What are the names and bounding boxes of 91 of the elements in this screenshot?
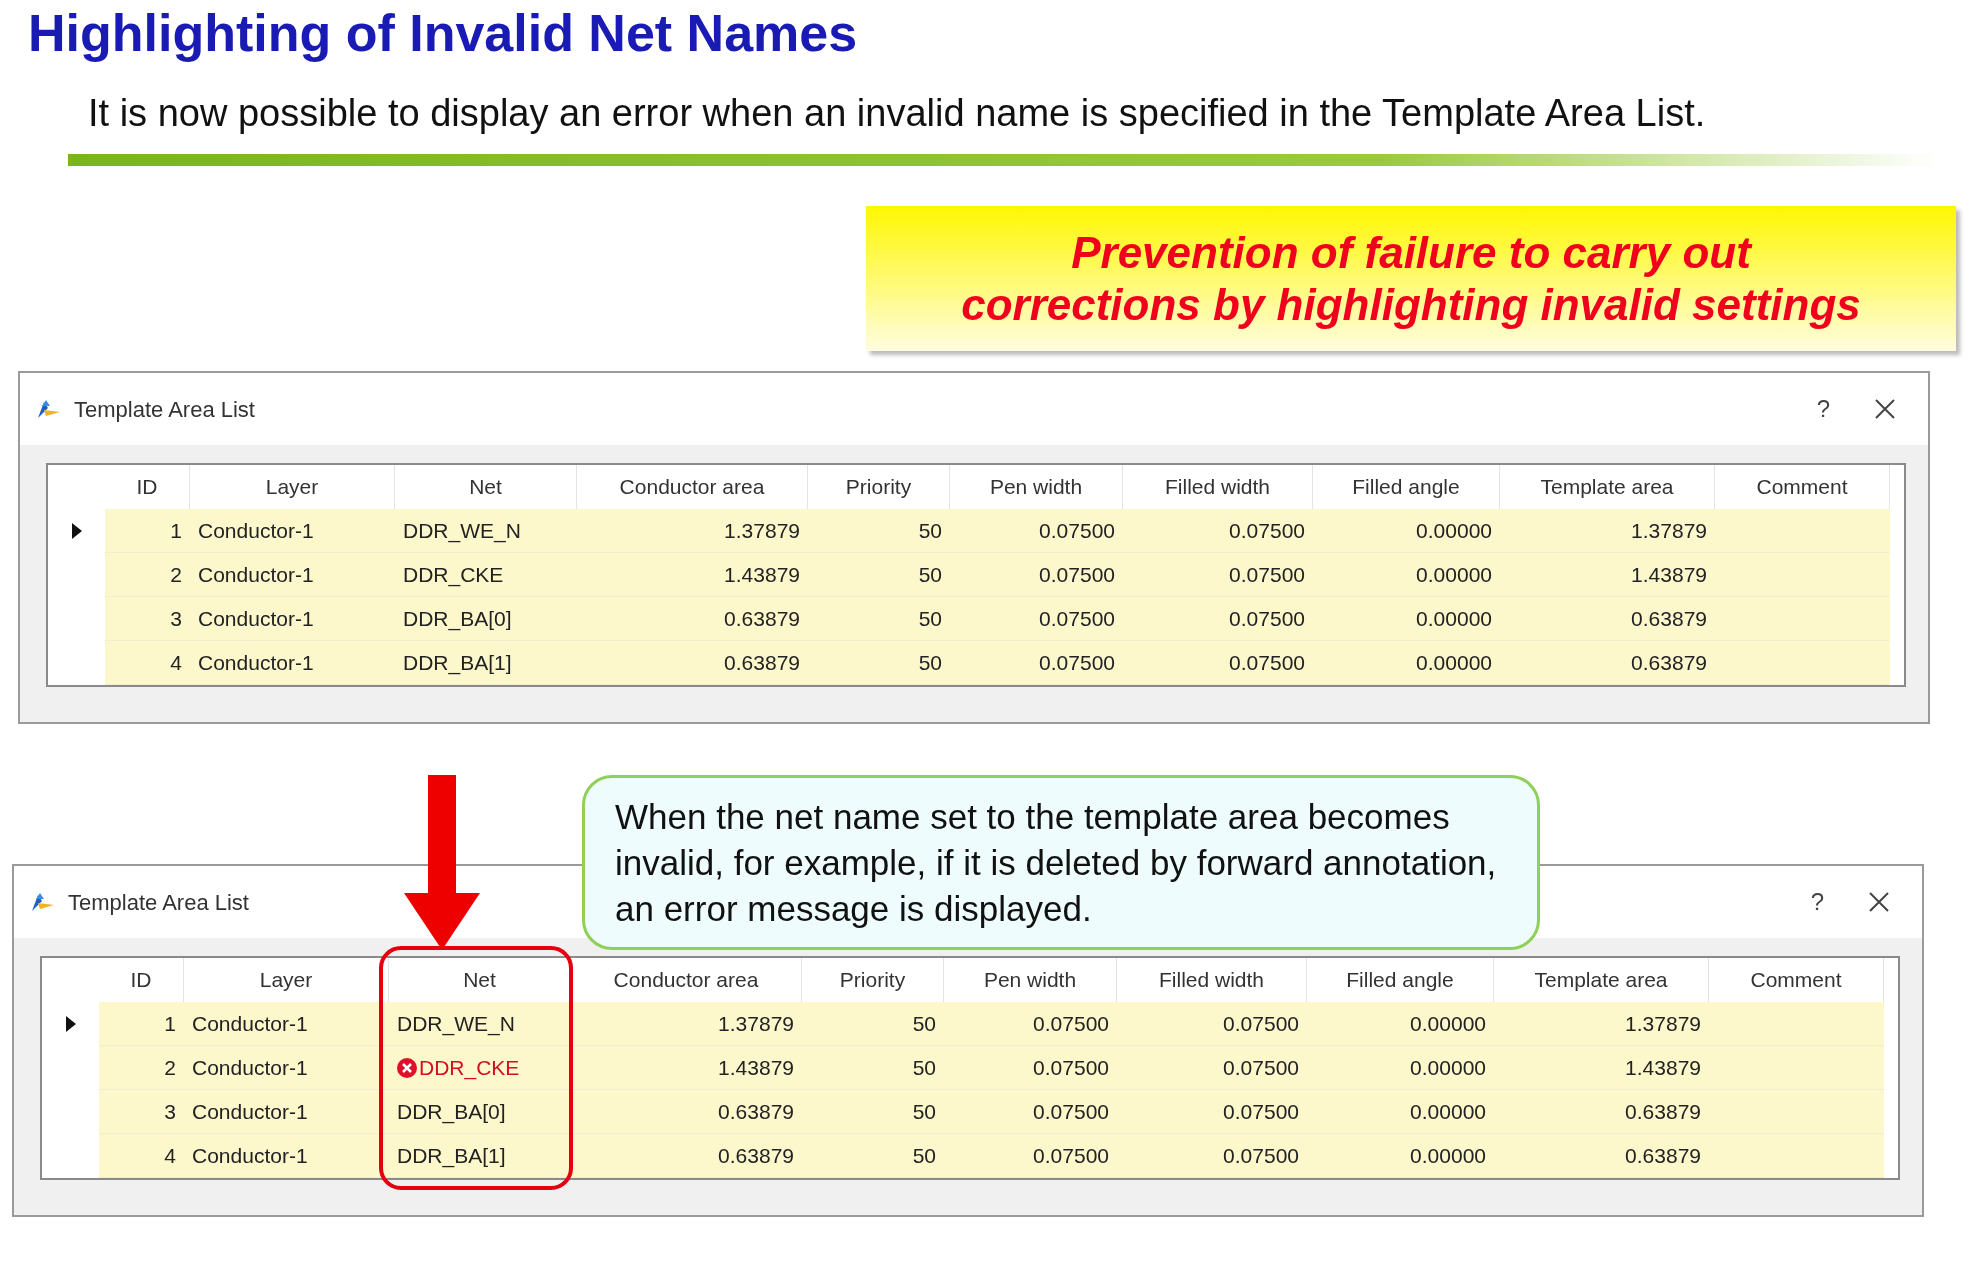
table-cell-text: DDR_BA[0] bbox=[397, 1098, 506, 1126]
table-cell-text: 0.07500 bbox=[1039, 561, 1115, 588]
table-cell-text: 1.37879 bbox=[724, 517, 800, 544]
table-cell-text: 50 bbox=[918, 605, 942, 632]
table-cell-text: 0.07500 bbox=[1033, 1054, 1109, 1081]
table-cell-text: Conductor-1 bbox=[192, 1054, 308, 1081]
table-cell-text: 0.00000 bbox=[1410, 1010, 1486, 1037]
table-cell-text: DDR_BA[1] bbox=[397, 1142, 506, 1170]
table-cell-text: DDR_BA[1] bbox=[403, 649, 512, 677]
table-cell-text: 0.63879 bbox=[724, 605, 800, 632]
table-cell-text: DDR_WE_N bbox=[403, 517, 521, 545]
table-cell-text: 1 bbox=[164, 1010, 176, 1037]
table-row[interactable]: 2 Conductor-1 DDR_CKE 1.43879 50 0.07500 0.07500 0.00000 1.43879 bbox=[105, 553, 1890, 597]
table-cell-text: 1.43879 bbox=[1625, 1054, 1701, 1081]
window-title: Template Area List bbox=[68, 888, 249, 917]
intro-text: It is now possible to display an error when an invalid name is specified in the Template Area List. bbox=[88, 91, 1707, 136]
table-cell-text: 0.07500 bbox=[1229, 517, 1305, 544]
table-row[interactable]: 1 Conductor-1 DDR_WE_N 1.37879 50 0.07500 0.07500 0.00000 1.37879 bbox=[99, 1002, 1884, 1046]
table-cell-text: Conductor-1 bbox=[198, 605, 314, 632]
table-cell-text: 0.63879 bbox=[1625, 1142, 1701, 1169]
table-cell-text: 0.00000 bbox=[1416, 517, 1492, 544]
table-cell-text: 0.00000 bbox=[1410, 1098, 1486, 1125]
table-row[interactable]: 4 Conductor-1 DDR_BA[1] 0.63879 50 0.07500 0.07500 0.00000 0.63879 bbox=[105, 641, 1890, 685]
table-cell-text: 0.00000 bbox=[1410, 1054, 1486, 1081]
table-cell-text: 0.00000 bbox=[1416, 561, 1492, 588]
slide-title: Highlighting of Invalid Net Names bbox=[28, 3, 859, 64]
table-cell-text: 1.43879 bbox=[1631, 561, 1707, 588]
table-cell-text: 3 bbox=[164, 1098, 176, 1125]
table-cell-text: Conductor-1 bbox=[198, 517, 314, 544]
close-icon bbox=[1874, 398, 1896, 420]
table-cell-text: 0.07500 bbox=[1223, 1142, 1299, 1169]
callout-text: Prevention of failure to carry out corrections by highlighting invalid settings bbox=[960, 226, 1862, 331]
table-cell-text: 0.07500 bbox=[1039, 517, 1115, 544]
table-cell-text: 1.43879 bbox=[724, 561, 800, 588]
table-cell-text: 1.37879 bbox=[1631, 517, 1707, 544]
table-cell-text: 0.07500 bbox=[1229, 605, 1305, 632]
table-cell-text: 0.63879 bbox=[718, 1142, 794, 1169]
table-cell-text: 50 bbox=[912, 1054, 936, 1081]
table-cell-text: DDR_CKE bbox=[403, 561, 504, 589]
table-cell-text: Conductor-1 bbox=[192, 1010, 308, 1037]
table-cell-text: 0.63879 bbox=[1631, 649, 1707, 676]
help-button[interactable]: ? bbox=[1794, 884, 1840, 920]
table-cell-text: 0.07500 bbox=[1039, 649, 1115, 676]
table-cell-text: 50 bbox=[912, 1142, 936, 1169]
window-title: Template Area List bbox=[74, 395, 255, 424]
table-cell-text: 0.07500 bbox=[1229, 649, 1305, 676]
table-cell-text: 0.07500 bbox=[1039, 605, 1115, 632]
table-cell-text: 1.37879 bbox=[1625, 1010, 1701, 1037]
table-cell-text: Conductor-1 bbox=[198, 561, 314, 588]
table-cell-text: DDR_WE_N bbox=[397, 1010, 515, 1038]
down-arrow-icon bbox=[402, 775, 482, 950]
table-row[interactable]: 3 Conductor-1 DDR_BA[0] 0.63879 50 0.07500 0.07500 0.00000 0.63879 bbox=[105, 597, 1890, 641]
table-cell-text: 4 bbox=[170, 649, 182, 676]
table-cell-text: 50 bbox=[918, 517, 942, 544]
table-cell-text: 1.37879 bbox=[718, 1010, 794, 1037]
close-icon bbox=[1868, 891, 1890, 913]
table-cell-text: 0.07500 bbox=[1223, 1010, 1299, 1037]
table-cell-text: 0.63879 bbox=[1625, 1098, 1701, 1125]
table-cell-text: 50 bbox=[918, 649, 942, 676]
table-cell-text: 0.07500 bbox=[1223, 1054, 1299, 1081]
table-cell-text: 3 bbox=[170, 605, 182, 632]
table-row[interactable]: 1 Conductor-1 DDR_WE_N 1.37879 50 0.07500 0.07500 0.00000 1.37879 bbox=[105, 509, 1890, 553]
table-cell-text: 0.63879 bbox=[718, 1098, 794, 1125]
table-cell-text: DDR_CKE bbox=[419, 1054, 520, 1082]
table-cell-text: DDR_BA[0] bbox=[403, 605, 512, 633]
table-cell-text: 1.43879 bbox=[718, 1054, 794, 1081]
table-cell-text: 0.07500 bbox=[1229, 561, 1305, 588]
note-text: When the net name set to the template area becomes invalid, for example, if it is deleted by forward annotation, an error message is displayed. bbox=[615, 795, 1498, 930]
table-cell-text: 0.07500 bbox=[1033, 1142, 1109, 1169]
table-cell-text: 2 bbox=[164, 1054, 176, 1081]
table-cell-text: 50 bbox=[918, 561, 942, 588]
table-cell-text: 0.63879 bbox=[1631, 605, 1707, 632]
table-cell-text: 0.00000 bbox=[1416, 649, 1492, 676]
help-button[interactable]: ? bbox=[1800, 391, 1846, 427]
table-cell-text: 0.00000 bbox=[1410, 1142, 1486, 1169]
table-row[interactable]: 3 Conductor-1 DDR_BA[0] 0.63879 50 0.07500 0.07500 0.00000 0.63879 bbox=[99, 1090, 1884, 1134]
table-cell-text: 2 bbox=[170, 561, 182, 588]
table-cell-text: 0.07500 bbox=[1223, 1098, 1299, 1125]
table-row[interactable]: 2 Conductor-1 DDR_CKE 1.43879 50 0.07500 0.07500 0.00000 1.43879 bbox=[99, 1046, 1884, 1090]
table-cell-text: 0.63879 bbox=[724, 649, 800, 676]
table-cell-text: 4 bbox=[164, 1142, 176, 1169]
table-cell-text: 50 bbox=[912, 1098, 936, 1125]
table-cell-text: 50 bbox=[912, 1010, 936, 1037]
table-cell-text: Conductor-1 bbox=[192, 1098, 308, 1125]
table-cell-text: 1 bbox=[170, 517, 182, 544]
table-cell-text: Conductor-1 bbox=[198, 649, 314, 676]
table-row[interactable]: 4 Conductor-1 DDR_BA[1] 0.63879 50 0.07500 0.07500 0.00000 0.63879 bbox=[99, 1134, 1884, 1178]
table-cell-text: 0.07500 bbox=[1033, 1010, 1109, 1037]
table-cell-text: Conductor-1 bbox=[192, 1142, 308, 1169]
table-cell-text: 0.07500 bbox=[1033, 1098, 1109, 1125]
table-cell-text: 0.00000 bbox=[1416, 605, 1492, 632]
